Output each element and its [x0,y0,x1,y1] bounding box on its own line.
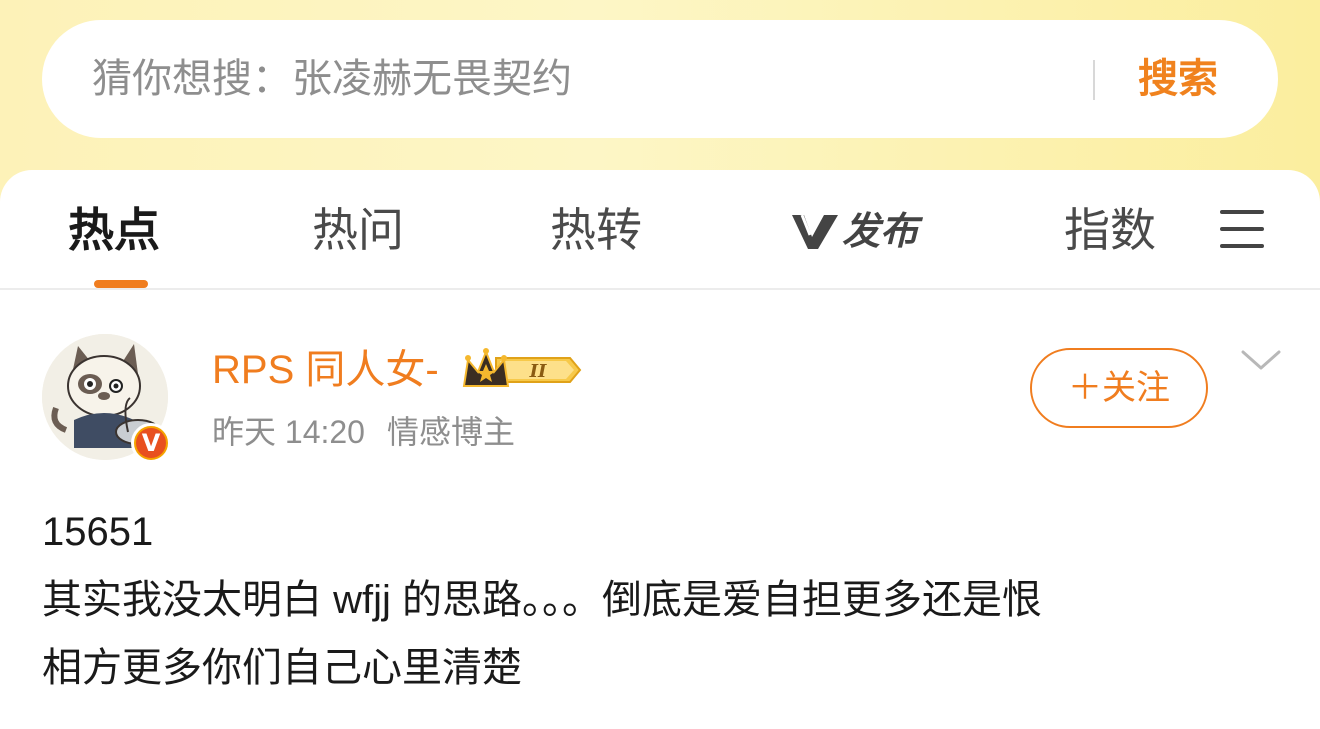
chevron-down-icon[interactable] [1240,348,1282,374]
active-tab-indicator [94,280,148,288]
post-line: 15651 [42,510,154,554]
post-time: 昨天 14:20 [212,414,365,450]
tab-hot[interactable]: 热点 [68,198,160,262]
verified-badge-icon: V [131,423,171,463]
author-category: 情感博主 [386,414,515,450]
post-meta: 昨天 14:20 情感博主 [212,410,515,454]
tab-v-publish-label: 发布 [842,209,919,253]
tab-bar: 热点 热问 热转 发布 指数 [0,170,1320,288]
menu-icon[interactable] [1220,210,1264,248]
follow-button[interactable]: ＋关注 [1030,348,1208,428]
level-badge-text: II [529,361,547,382]
tab-index[interactable]: 指数 [1064,198,1156,262]
post-line: 其实我没太明白 wfjj 的思路。。。倒底是爱自担更多还是恨 [42,578,1042,622]
search-input[interactable]: 猜你想搜：张凌赫无畏契约 [92,20,572,138]
crown-level-badge-icon: II [462,348,582,387]
tab-hot-reposts[interactable]: 热转 [550,198,642,262]
tab-divider [0,288,1320,290]
tab-v-publish[interactable]: 发布 [790,206,918,256]
author-name[interactable]: RPS 同人女- [212,344,439,396]
search-divider [1093,60,1095,100]
post-content: 15651 其实我没太明白 wfjj 的思路。。。倒底是爱自担更多还是恨 相方更… [42,498,1292,702]
search-button[interactable]: 搜索 [1138,20,1218,138]
post-line: 相方更多你们自己心里清楚 [42,646,522,690]
search-bar[interactable]: 猜你想搜：张凌赫无畏契约 搜索 [42,20,1278,138]
tab-hot-questions[interactable]: 热问 [312,198,404,262]
v-logo-icon [792,214,838,249]
